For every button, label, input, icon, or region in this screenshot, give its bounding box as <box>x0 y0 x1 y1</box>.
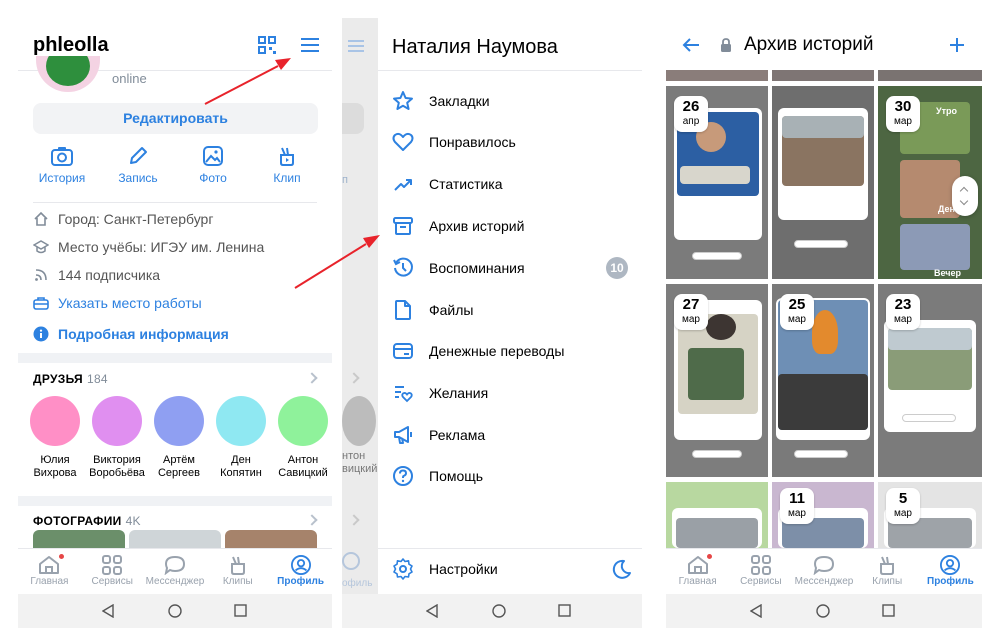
annotation-arrows <box>204 58 380 289</box>
arrow-to-archive-item <box>294 235 380 289</box>
arrow-to-menu-icon <box>204 58 291 105</box>
